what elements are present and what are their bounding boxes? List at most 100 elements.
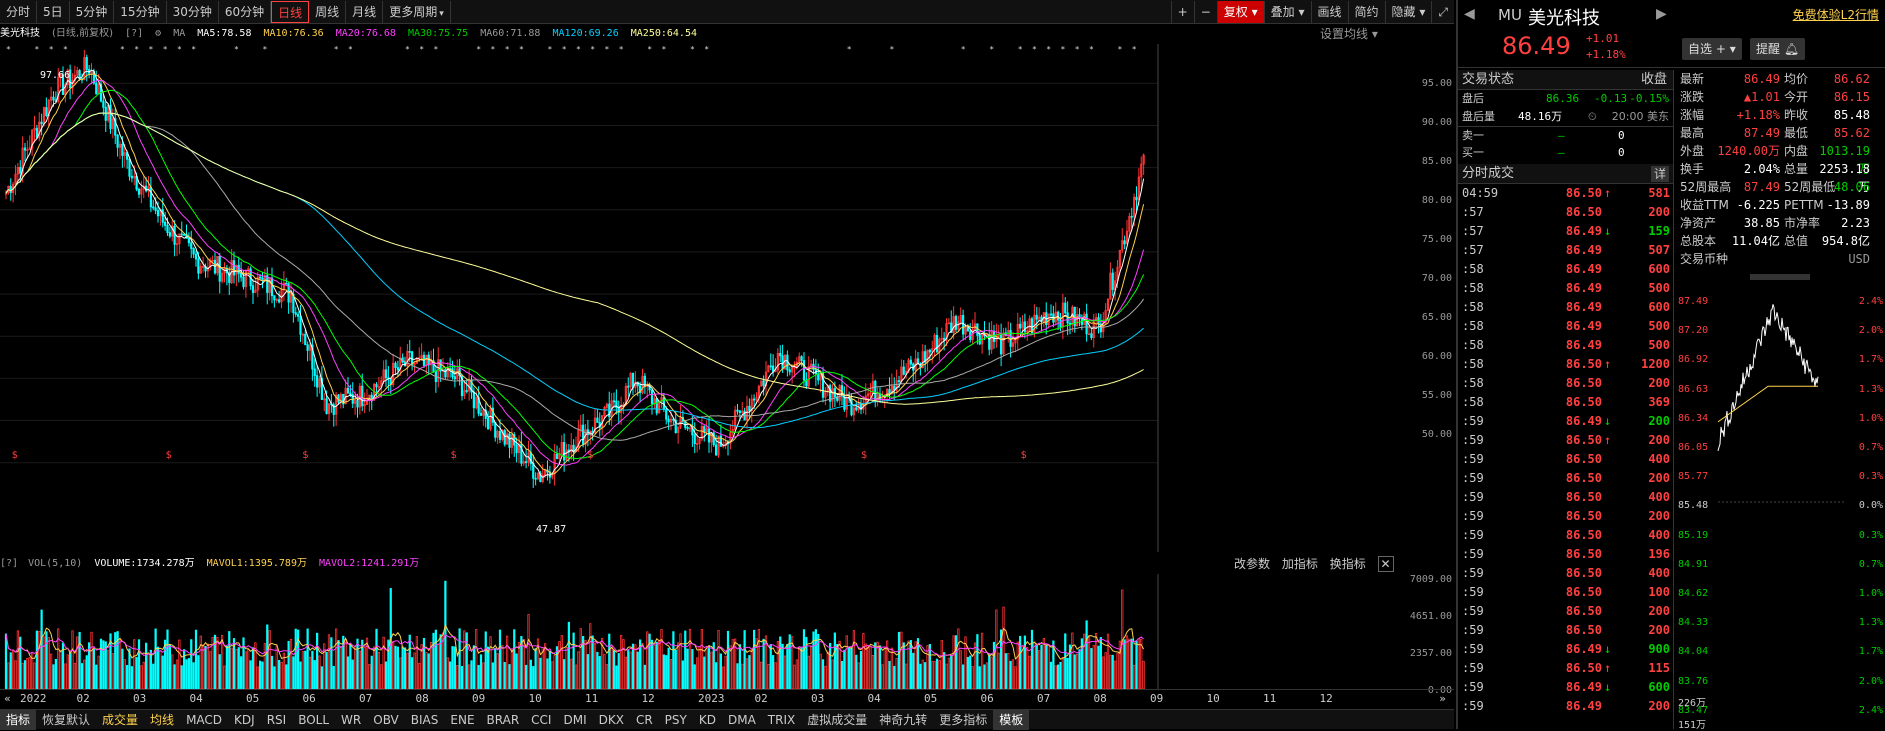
volume-bar	[598, 656, 601, 689]
ma-settings-button[interactable]: 设置均线 ▾	[1320, 25, 1378, 43]
tab-trix[interactable]: TRIX	[762, 710, 801, 730]
tab-template[interactable]: 模板	[993, 709, 1030, 730]
switch-indicator-button[interactable]: 换指标	[1330, 557, 1366, 571]
tab-psy[interactable]: PSY	[659, 710, 693, 730]
tab-boll[interactable]: BOLL	[292, 710, 335, 730]
tab-kd[interactable]: KD	[693, 710, 722, 730]
tab-dkx[interactable]: DKX	[593, 710, 630, 730]
trade-volume: 900	[1648, 642, 1670, 656]
period-tab-weekly[interactable]: 周线	[309, 0, 347, 23]
candle-body	[1019, 323, 1022, 329]
zoom-in-button[interactable]: +	[1170, 1, 1194, 23]
event-marker: *	[63, 45, 68, 54]
volume-bar	[437, 644, 440, 689]
volume-bar	[149, 649, 152, 689]
period-tab-intraday[interactable]: 分时	[0, 0, 38, 23]
overlay-button[interactable]: 叠加 ▾	[1263, 1, 1311, 23]
volume-chart[interactable]	[0, 574, 1454, 689]
candle-body	[508, 433, 511, 448]
scroll-left-icon[interactable]: «	[4, 692, 11, 705]
tab-wr[interactable]: WR	[335, 710, 367, 730]
trade-direction-icon: ↓	[1604, 414, 1612, 428]
candle-body	[242, 276, 245, 288]
section-collapse-handle[interactable]	[1750, 274, 1810, 280]
period-tab-5day[interactable]: 5日	[37, 0, 70, 23]
candle-body	[627, 385, 630, 388]
fullscreen-icon[interactable]: ⤢	[1431, 1, 1454, 23]
period-tab-daily[interactable]: 日线	[271, 0, 310, 23]
tab-obv[interactable]: OBV	[367, 710, 405, 730]
x-axis-label: 10	[1206, 692, 1220, 705]
next-stock-icon[interactable]: ▶	[1656, 6, 1667, 22]
candle-body	[45, 107, 48, 116]
volume-bar	[356, 638, 359, 689]
free-trial-link[interactable]: 免费体验L2行情	[1793, 6, 1879, 23]
candle-body	[375, 383, 378, 388]
period-tab-15min[interactable]: 15分钟	[114, 0, 167, 23]
edit-params-button[interactable]: 改参数	[1234, 557, 1270, 571]
prev-stock-icon[interactable]: ◀	[1464, 6, 1475, 22]
event-marker: *	[1032, 45, 1037, 54]
volume-bar	[736, 663, 739, 689]
candlestick-chart[interactable]: * * * * * * * * * * * * * * * * * * * * * * * * * * * * * * * * * * * * * * * *…	[0, 44, 1454, 552]
tab-dma[interactable]: DMA	[722, 710, 762, 730]
trade-volume: 200	[1648, 471, 1670, 485]
stat-value: 11.04亿	[1731, 234, 1780, 248]
tab-reset[interactable]: 恢复默认	[36, 710, 96, 730]
simple-button[interactable]: 简约	[1347, 1, 1385, 23]
tab-cci[interactable]: CCI	[525, 710, 557, 730]
candle-body	[800, 356, 803, 361]
volume-bar	[73, 662, 76, 689]
add-watchlist-button[interactable]: 自选 + ▾	[1682, 38, 1742, 60]
candle-body	[686, 427, 689, 430]
trades-detail-button[interactable]: 详	[1650, 166, 1669, 182]
vol-help-icon[interactable]: [?]	[0, 558, 18, 569]
volume-bar	[180, 665, 183, 689]
tab-volume[interactable]: 成交量	[96, 710, 144, 730]
event-marker: *	[1018, 45, 1023, 54]
mini-price-label: 84.33	[1678, 617, 1709, 629]
scroll-right-icon[interactable]: »	[1439, 692, 1446, 705]
tab-ma[interactable]: 均线	[144, 710, 180, 730]
x-axis-label: 07	[1037, 692, 1051, 705]
close-icon[interactable]: ✕	[1377, 556, 1394, 572]
tab-ene[interactable]: ENE	[444, 710, 480, 730]
tab-macd[interactable]: MACD	[180, 710, 228, 730]
tab-rsi[interactable]: RSI	[261, 710, 293, 730]
period-tab-more[interactable]: 更多周期 ▾	[383, 0, 451, 23]
tab-dmi[interactable]: DMI	[557, 710, 592, 730]
price-axis-label: 65.00	[1421, 312, 1452, 323]
period-tab-30min[interactable]: 30分钟	[167, 0, 219, 23]
volume-bar	[641, 643, 644, 689]
tab-indicator[interactable]: 指标	[0, 709, 37, 730]
volume-bar	[449, 661, 452, 689]
gear-icon[interactable]: ⚙	[155, 28, 161, 39]
volume-bar	[719, 653, 722, 689]
stat-value: 87.49	[1743, 180, 1780, 194]
tab-brar[interactable]: BRAR	[481, 710, 526, 730]
volume-bar	[21, 662, 24, 689]
volume-bar	[729, 645, 732, 689]
alert-button[interactable]: 提醒 🔔︎	[1750, 38, 1806, 60]
zoom-out-button[interactable]: −	[1193, 1, 1217, 23]
add-indicator-button[interactable]: 加指标	[1282, 557, 1318, 571]
stat-row: 交易币种 USD	[1676, 250, 1885, 268]
hide-button[interactable]: 隐藏 ▾	[1384, 1, 1432, 23]
volume-bar	[282, 652, 285, 689]
volume-bar	[475, 629, 478, 689]
adjust-button[interactable]: 复权 ▾	[1216, 1, 1264, 23]
period-tab-5min[interactable]: 5分钟	[70, 0, 115, 23]
tab-more-indicators[interactable]: 更多指标	[933, 710, 993, 730]
tab-cr[interactable]: CR	[630, 710, 659, 730]
tab-kdj[interactable]: KDJ	[228, 710, 261, 730]
trade-volume: 100	[1648, 585, 1670, 599]
draw-button[interactable]: 画线	[1310, 1, 1348, 23]
help-icon[interactable]: [?]	[125, 28, 143, 39]
volume-bar	[375, 628, 378, 689]
tab-bias[interactable]: BIAS	[405, 710, 445, 730]
period-tab-monthly[interactable]: 月线	[346, 0, 384, 23]
period-tab-60min[interactable]: 60分钟	[219, 0, 272, 23]
tab-magic-nine[interactable]: 神奇九转	[873, 710, 933, 730]
price-axis-label: 85.00	[1421, 156, 1452, 167]
tab-virtual-volume[interactable]: 虚拟成交量	[801, 710, 873, 730]
